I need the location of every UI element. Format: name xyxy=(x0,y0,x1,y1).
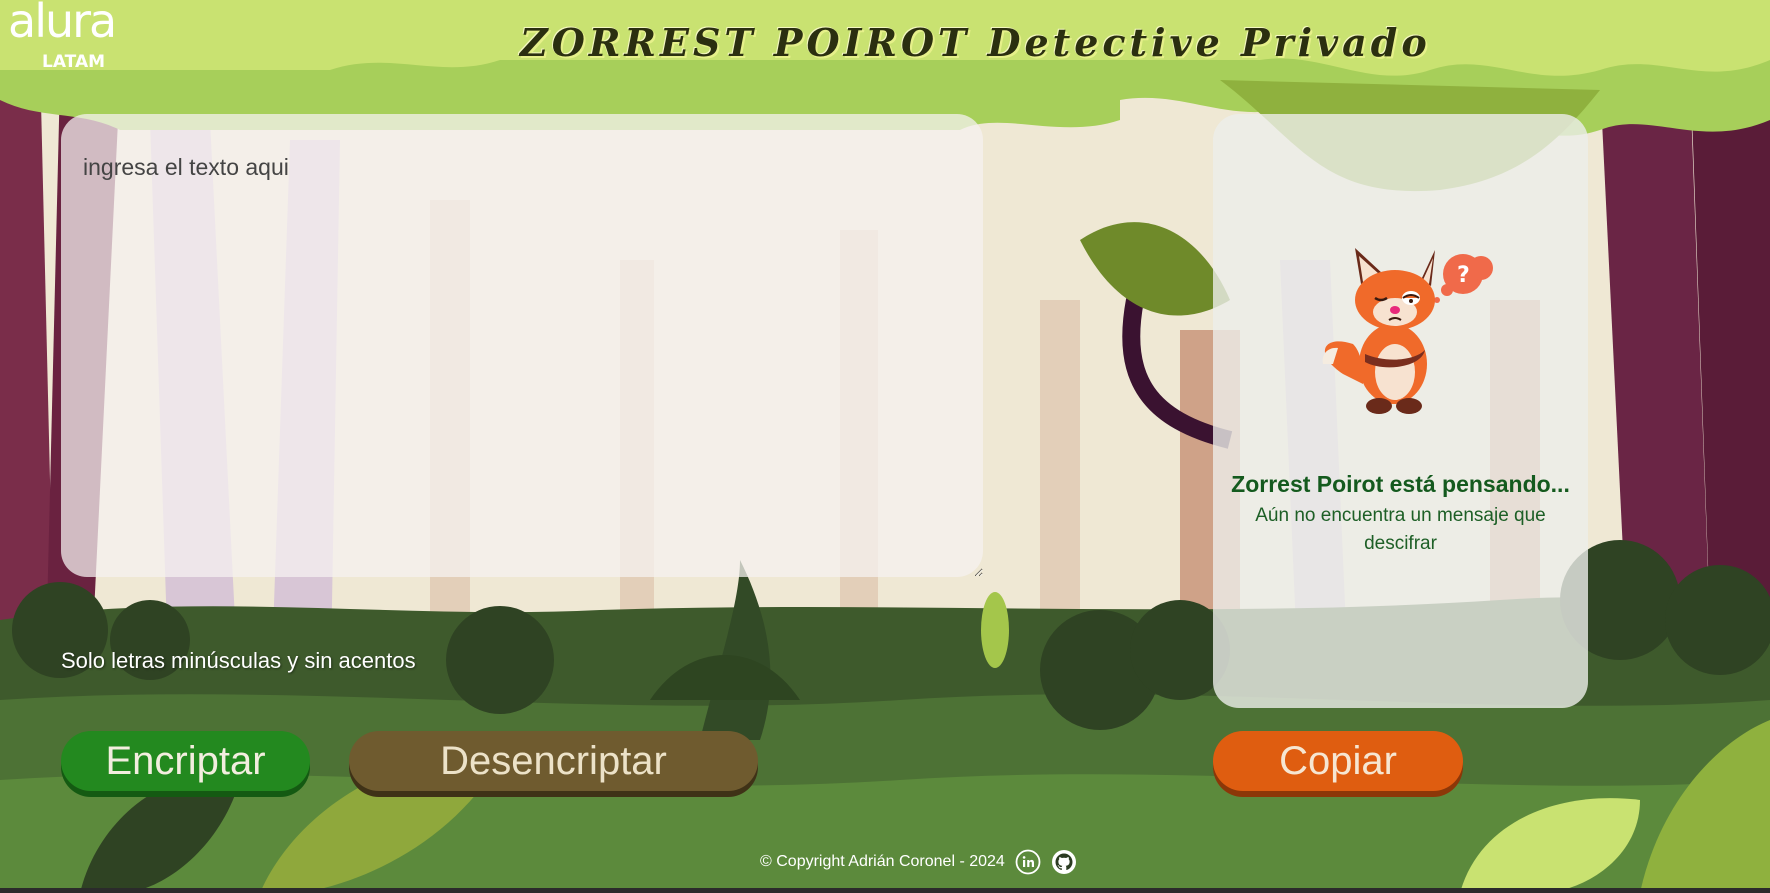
copyright-text: © Copyright Adrián Coronel - 2024 xyxy=(760,853,1005,870)
github-icon[interactable] xyxy=(1051,849,1077,875)
message-input[interactable] xyxy=(61,114,983,577)
copy-button[interactable]: Copiar xyxy=(1213,731,1463,791)
result-title: Zorrest Poirot está pensando... xyxy=(1231,471,1570,497)
svg-text:?: ? xyxy=(1457,263,1470,288)
decrypt-button[interactable]: Desencriptar xyxy=(349,731,758,791)
logo-word: alura xyxy=(8,0,117,48)
encrypt-button[interactable]: Encriptar xyxy=(61,731,310,791)
linkedin-icon[interactable] xyxy=(1015,849,1041,875)
fox-detective-illustration: ? xyxy=(1303,244,1503,444)
input-hint: Solo letras minúsculas y sin acentos xyxy=(61,648,416,673)
footer: © Copyright Adrián Coronel - 2024 xyxy=(760,848,1077,876)
result-message: Aún no encuentra un mensaje que descifra… xyxy=(1255,505,1546,554)
logo-sub: LATAM xyxy=(42,52,106,72)
page-title: ZORREST POIROT Detective Privado xyxy=(520,20,1431,65)
result-panel: ? Zorrest Poirot está pensando... Aún no… xyxy=(1213,114,1588,708)
alura-latam-logo: alura LATAM xyxy=(8,0,117,72)
